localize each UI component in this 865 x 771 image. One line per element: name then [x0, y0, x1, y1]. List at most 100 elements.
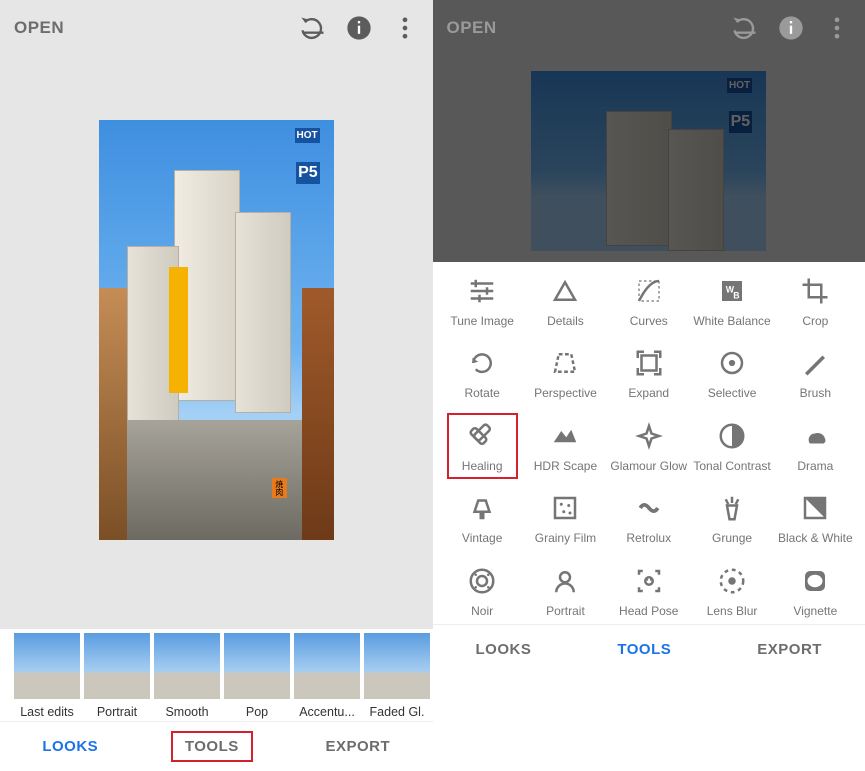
tool-label: Brush — [800, 386, 831, 400]
tool-tune-image[interactable]: Tune Image — [441, 276, 524, 328]
tool-label: Crop — [802, 314, 828, 328]
tool-vintage[interactable]: Vintage — [441, 493, 524, 545]
thumb-image — [84, 633, 150, 699]
tab-tools[interactable]: TOOLS — [617, 641, 671, 658]
canvas-area: OPEN HOT P5 焼肉 — [0, 0, 433, 629]
tool-glamour-glow[interactable]: Glamour Glow — [607, 421, 690, 473]
top-bar: OPEN — [433, 0, 865, 56]
thumb-image — [224, 633, 290, 699]
tool-vignette[interactable]: Vignette — [774, 566, 857, 618]
tool-label: Grainy Film — [535, 531, 596, 545]
tool-grainy-film[interactable]: Grainy Film — [524, 493, 607, 545]
wb-icon — [717, 276, 747, 306]
tool-expand[interactable]: Expand — [607, 348, 690, 400]
tool-tonal-contrast[interactable]: Tonal Contrast — [690, 421, 773, 473]
tool-rotate[interactable]: Rotate — [441, 348, 524, 400]
curves-icon — [634, 276, 664, 306]
tool-label: Noir — [471, 604, 493, 618]
thumb-image — [14, 633, 80, 699]
canvas-area-dimmed: OPEN HOT P5 — [433, 0, 865, 262]
thumb-label: Portrait — [97, 705, 137, 719]
tool-crop[interactable]: Crop — [774, 276, 857, 328]
tool-label: Curves — [630, 314, 668, 328]
noir-icon — [467, 566, 497, 596]
tool-head-pose[interactable]: Head Pose — [607, 566, 690, 618]
tool-label: Lens Blur — [707, 604, 758, 618]
drama-icon — [800, 421, 830, 451]
vintage-icon — [467, 493, 497, 523]
undo-stack-icon[interactable] — [299, 14, 327, 42]
tools-panel: Tune Image Details Curves White Balance … — [433, 262, 865, 624]
thumb-image — [364, 633, 430, 699]
tool-label: Drama — [797, 459, 833, 473]
thumb-label: Faded Gl. — [370, 705, 425, 719]
triangle-icon — [550, 276, 580, 306]
tool-label: Expand — [628, 386, 669, 400]
tool-hdr-scape[interactable]: HDR Scape — [524, 421, 607, 473]
look-thumb[interactable]: Pop — [224, 633, 290, 719]
look-thumb[interactable]: Portrait — [84, 633, 150, 719]
photo-preview[interactable]: HOT P5 焼肉 — [99, 120, 334, 540]
tool-label: Vintage — [462, 531, 502, 545]
tool-selective[interactable]: Selective — [690, 348, 773, 400]
headpose-icon — [634, 566, 664, 596]
tool-black-white[interactable]: Black & White — [774, 493, 857, 545]
tool-label: Portrait — [546, 604, 585, 618]
undo-stack-icon[interactable] — [731, 14, 759, 42]
hdr-icon — [550, 421, 580, 451]
tool-grunge[interactable]: Grunge — [690, 493, 773, 545]
looks-filmstrip[interactable]: Last edits Portrait Smooth Pop Accentu..… — [0, 629, 433, 721]
bottom-tab-bar: LOOKS TOOLS EXPORT — [433, 624, 865, 674]
sliders-icon — [467, 276, 497, 306]
tool-portrait[interactable]: Portrait — [524, 566, 607, 618]
bw-icon — [800, 493, 830, 523]
tool-drama[interactable]: Drama — [774, 421, 857, 473]
tool-noir[interactable]: Noir — [441, 566, 524, 618]
rotate-icon — [467, 348, 497, 378]
tool-curves[interactable]: Curves — [607, 276, 690, 328]
tab-export[interactable]: EXPORT — [325, 738, 390, 755]
expand-icon — [634, 348, 664, 378]
tool-healing[interactable]: Healing — [441, 421, 524, 473]
tool-brush[interactable]: Brush — [774, 348, 857, 400]
tool-label: Selective — [708, 386, 757, 400]
vignette-icon — [800, 566, 830, 596]
tool-label: Vignette — [793, 604, 837, 618]
open-button[interactable]: OPEN — [447, 18, 497, 38]
glamour-icon — [634, 421, 664, 451]
more-icon[interactable] — [391, 14, 419, 42]
look-thumb[interactable]: Smooth — [154, 633, 220, 719]
thumb-image — [154, 633, 220, 699]
tool-details[interactable]: Details — [524, 276, 607, 328]
tool-label: HDR Scape — [534, 459, 597, 473]
tool-retrolux[interactable]: Retrolux — [607, 493, 690, 545]
look-thumb[interactable]: Last edits — [14, 633, 80, 719]
tab-looks[interactable]: LOOKS — [476, 641, 532, 658]
tool-label: Black & White — [778, 531, 853, 545]
tool-white-balance[interactable]: White Balance — [690, 276, 773, 328]
tool-label: Healing — [462, 459, 503, 473]
tab-tools[interactable]: TOOLS — [171, 731, 253, 762]
tool-label: Grunge — [712, 531, 752, 545]
open-button[interactable]: OPEN — [14, 18, 64, 38]
tool-label: White Balance — [693, 314, 770, 328]
tool-label: Perspective — [534, 386, 597, 400]
tool-lens-blur[interactable]: Lens Blur — [690, 566, 773, 618]
info-icon[interactable] — [777, 14, 805, 42]
thumb-label: Last edits — [20, 705, 74, 719]
grunge-icon — [717, 493, 747, 523]
more-icon[interactable] — [823, 14, 851, 42]
tab-export[interactable]: EXPORT — [757, 641, 822, 658]
top-bar: OPEN — [0, 0, 433, 56]
selective-icon — [717, 348, 747, 378]
tonal-icon — [717, 421, 747, 451]
tool-label: Retrolux — [626, 531, 671, 545]
tool-perspective[interactable]: Perspective — [524, 348, 607, 400]
tab-looks[interactable]: LOOKS — [42, 738, 98, 755]
thumb-label: Smooth — [165, 705, 208, 719]
info-icon[interactable] — [345, 14, 373, 42]
look-thumb[interactable]: Faded Gl. — [364, 633, 430, 719]
look-thumb[interactable]: Accentu... — [294, 633, 360, 719]
healing-icon — [467, 421, 497, 451]
lensblur-icon — [717, 566, 747, 596]
